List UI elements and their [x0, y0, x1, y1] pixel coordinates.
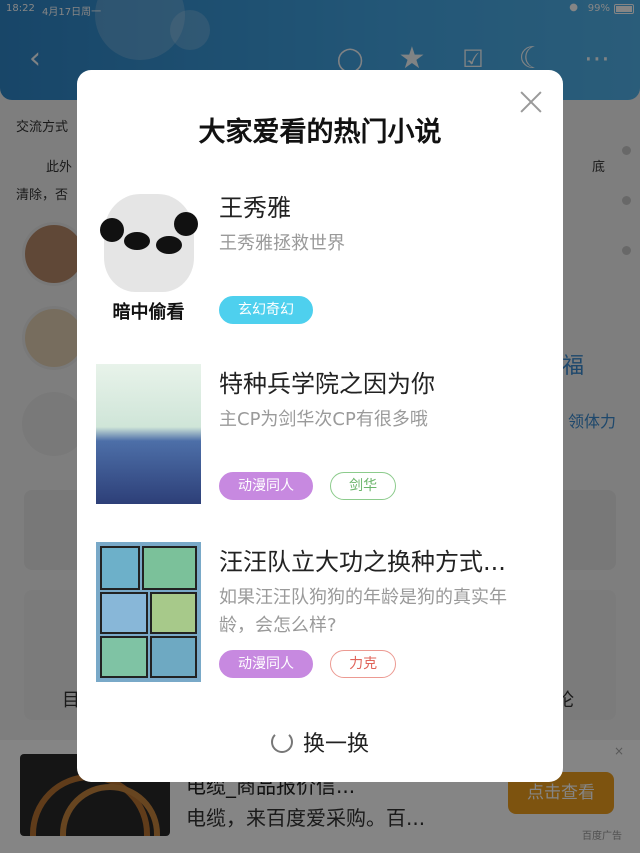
comic-panel	[150, 636, 197, 678]
comic-panel	[142, 546, 197, 590]
keyword-tag[interactable]: 剑华	[330, 472, 397, 500]
novel-cover[interactable]	[96, 364, 201, 504]
novel-item[interactable]: 汪汪队立大功之换种方式... 如果汪汪队狗狗的年龄是狗的真实年龄，会怎么样? 动…	[96, 542, 546, 682]
novel-description: 如果汪汪队狗狗的年龄是狗的真实年龄，会怎么样?	[219, 587, 507, 636]
close-icon[interactable]	[517, 88, 545, 116]
novel-cover[interactable]	[96, 542, 201, 682]
meme-ear	[174, 212, 198, 236]
cover-caption: 暗中偷看	[112, 302, 185, 323]
comic-panel	[100, 546, 140, 590]
keyword-tag[interactable]: 力克	[330, 650, 397, 678]
refresh-icon[interactable]	[270, 731, 293, 753]
genre-tag[interactable]: 玄幻奇幻	[219, 296, 313, 324]
novel-item[interactable]: 暗中偷看 王秀雅 王秀雅拯救世界 玄幻奇幻	[96, 188, 546, 328]
hot-novels-modal: 大家爱看的热门小说 暗中偷看 王秀雅 王秀雅拯救世界 玄幻奇幻 特种兵学院之因为…	[77, 70, 563, 782]
meme-ear	[100, 218, 124, 242]
meme-eye	[124, 232, 150, 250]
genre-tag[interactable]: 动漫同人	[219, 650, 313, 678]
novel-title[interactable]: 汪汪队立大功之换种方式...	[219, 542, 539, 577]
modal-title: 大家爱看的热门小说	[198, 117, 442, 148]
novel-title[interactable]: 王秀雅	[219, 188, 539, 223]
novel-description: 主CP为剑华次CP有很多哦	[219, 409, 428, 430]
comic-panel	[100, 592, 148, 634]
novel-tags: 动漫同人 力克	[219, 650, 408, 678]
novel-item[interactable]: 特种兵学院之因为你 主CP为剑华次CP有很多哦 动漫同人 剑华	[96, 364, 546, 504]
novel-title[interactable]: 特种兵学院之因为你	[219, 364, 539, 399]
novel-cover[interactable]: 暗中偷看	[96, 188, 201, 328]
comic-panel	[150, 592, 197, 634]
genre-tag[interactable]: 动漫同人	[219, 472, 313, 500]
novel-tags: 玄幻奇幻	[219, 296, 325, 324]
meme-eye	[156, 236, 182, 254]
refresh-button[interactable]: 换一换	[77, 726, 563, 758]
comic-panel	[100, 636, 148, 678]
novel-description: 王秀雅拯救世界	[219, 233, 345, 254]
refresh-label[interactable]: 换一换	[303, 726, 369, 758]
novel-tags: 动漫同人 剑华	[219, 472, 408, 500]
